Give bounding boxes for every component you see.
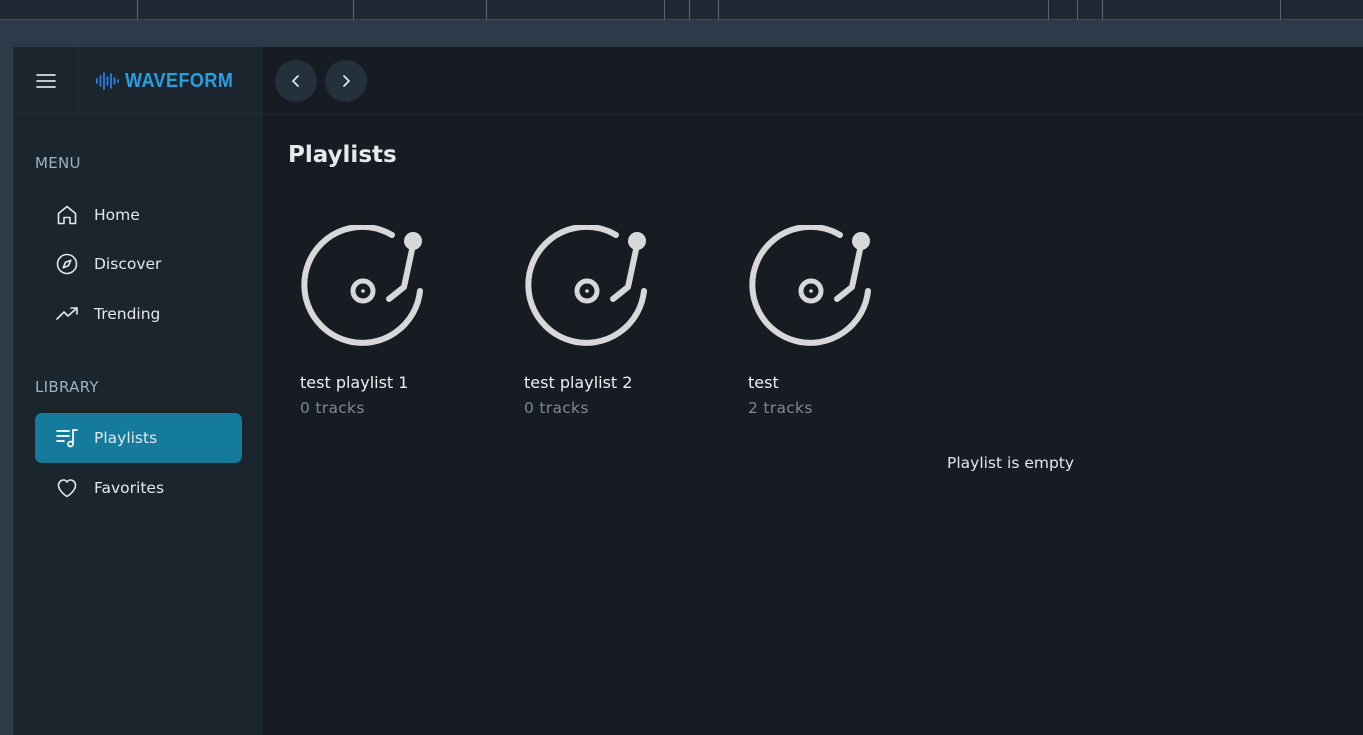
- library-section-label: LIBRARY: [35, 378, 99, 396]
- chevron-right-icon: [343, 75, 350, 87]
- app-logo[interactable]: WAVEFORM: [95, 68, 245, 94]
- sidebar-item-discover[interactable]: Discover: [35, 239, 242, 289]
- chevron-left-icon: [292, 75, 299, 87]
- playlist-track-count: 0 tracks: [524, 399, 589, 417]
- sidebar-item-label: Playlists: [94, 429, 158, 447]
- sidebar-item-label: Favorites: [94, 479, 165, 497]
- playlist-track-count: 0 tracks: [300, 399, 365, 417]
- forward-button[interactable]: [325, 60, 367, 102]
- sidebar-item-label: Home: [94, 206, 140, 224]
- turntable-icon: [525, 225, 647, 346]
- window-frame-band: [0, 21, 1363, 47]
- menu-section-label: MENU: [35, 154, 81, 172]
- sidebar: WAVEFORM MENU Home Discover Trending LIB…: [13, 47, 263, 735]
- playlist-name: test playlist 2: [524, 373, 633, 392]
- playlist-track-count: 2 tracks: [748, 399, 813, 417]
- back-button[interactable]: [275, 60, 317, 102]
- app-window: WAVEFORM MENU Home Discover Trending LIB…: [12, 47, 1363, 735]
- sidebar-header: WAVEFORM: [13, 47, 263, 114]
- sidebar-item-label: Discover: [94, 255, 162, 273]
- waveform-icon: [96, 72, 119, 90]
- menu-toggle-button[interactable]: [13, 47, 79, 114]
- sidebar-item-favorites[interactable]: Favorites: [35, 463, 242, 513]
- compass-icon: [55, 252, 79, 276]
- top-bar: [263, 47, 1363, 115]
- turntable-icon: [301, 225, 423, 346]
- page-title: Playlists: [288, 142, 397, 168]
- sidebar-item-playlists[interactable]: Playlists: [35, 413, 242, 463]
- turntable-icon: [749, 225, 871, 346]
- playlist-music-icon: [55, 426, 79, 450]
- os-top-bar: [0, 0, 1363, 20]
- playlist-name: test playlist 1: [300, 373, 409, 392]
- trending-up-icon: [55, 302, 79, 326]
- heart-icon: [55, 476, 79, 500]
- playlist-name: test: [748, 373, 779, 392]
- empty-playlist-message: Playlist is empty: [947, 454, 1075, 472]
- sidebar-item-label: Trending: [94, 305, 161, 323]
- app-name: WAVEFORM: [125, 69, 234, 92]
- sidebar-item-home[interactable]: Home: [35, 190, 242, 240]
- sidebar-item-trending[interactable]: Trending: [35, 289, 242, 339]
- home-icon: [55, 203, 79, 227]
- hamburger-icon: [35, 73, 56, 88]
